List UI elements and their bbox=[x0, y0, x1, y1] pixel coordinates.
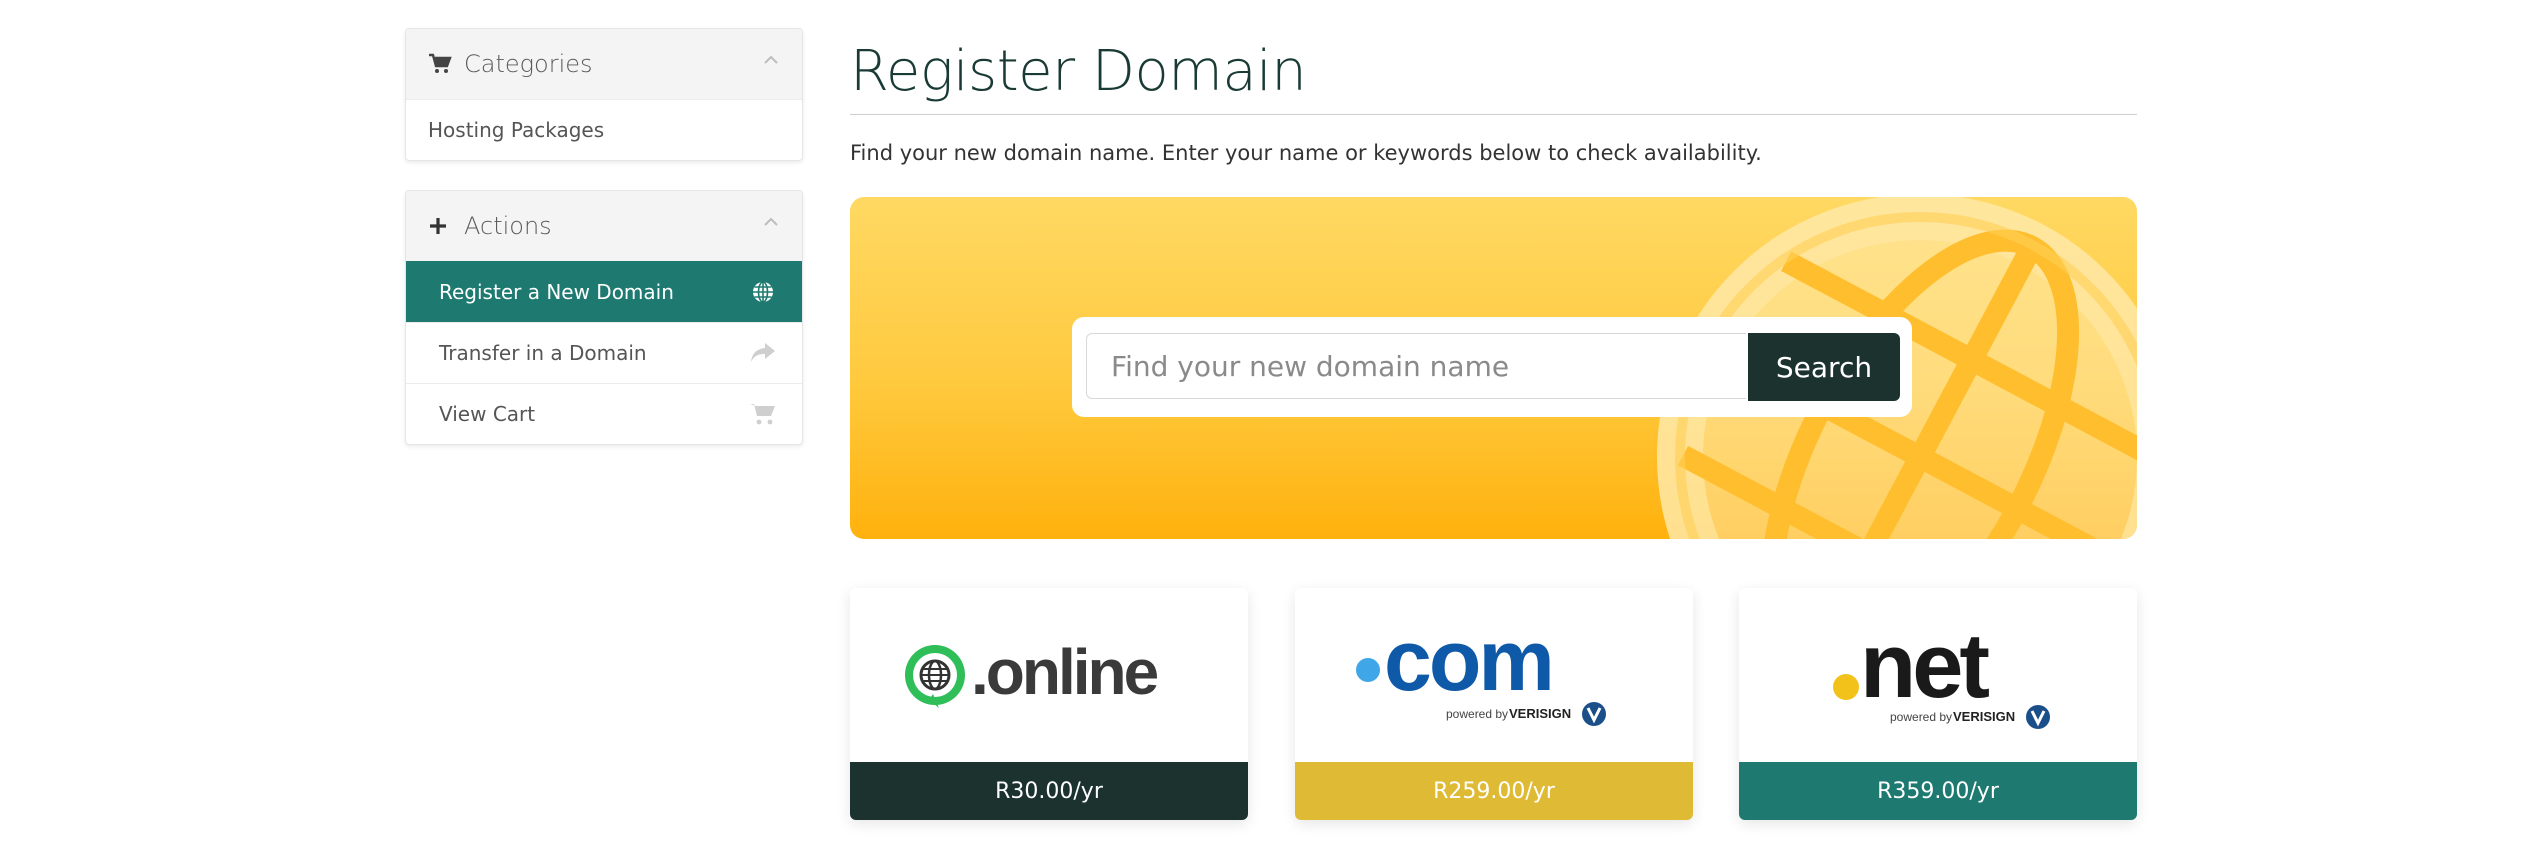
chevron-up-icon[interactable] bbox=[762, 51, 780, 69]
online-logo: .online bbox=[850, 588, 1248, 762]
search-container: Search bbox=[1072, 317, 1912, 417]
chevron-up-icon[interactable] bbox=[762, 213, 780, 231]
tld-card-online[interactable]: .online R30.00/yr bbox=[850, 588, 1248, 820]
net-logo: net powered by VERISIGN bbox=[1739, 588, 2137, 762]
com-tagline-brand: VERISIGN bbox=[1509, 706, 1571, 721]
tld-price: R30.00/yr bbox=[850, 762, 1248, 820]
domain-search-input[interactable] bbox=[1086, 333, 1746, 399]
sidebar-item-label: Register a New Domain bbox=[439, 280, 674, 304]
sidebar-item-hosting-packages[interactable]: Hosting Packages bbox=[406, 99, 802, 160]
tld-price: R259.00/yr bbox=[1295, 762, 1693, 820]
main-content: Register Domain Find your new domain nam… bbox=[850, 28, 2137, 820]
svg-text:net: net bbox=[1860, 615, 1989, 717]
actions-panel: Actions Register a New Domain Transfer i… bbox=[405, 190, 803, 445]
title-divider bbox=[850, 114, 2137, 115]
search-button[interactable]: Search bbox=[1748, 333, 1900, 401]
tld-cards: .online R30.00/yr com powered by VERISIG… bbox=[850, 588, 2137, 828]
page-title: Register Domain bbox=[850, 39, 1307, 104]
sidebar-item-label: Hosting Packages bbox=[428, 118, 605, 142]
com-logo: com powered by VERISIGN bbox=[1295, 588, 1693, 762]
cart-icon bbox=[428, 52, 452, 76]
sidebar-item-label: Transfer in a Domain bbox=[439, 341, 647, 365]
com-tagline-prefix: powered by bbox=[1446, 707, 1508, 721]
actions-header[interactable]: Actions bbox=[406, 191, 802, 261]
categories-title: Categories bbox=[464, 50, 593, 78]
sidebar-item-register-domain[interactable]: Register a New Domain bbox=[406, 261, 802, 322]
actions-title: Actions bbox=[464, 212, 552, 240]
online-logo-text: .online bbox=[971, 636, 1158, 708]
tld-card-net[interactable]: net powered by VERISIGN R359.00/yr bbox=[1739, 588, 2137, 820]
page-subtitle: Find your new domain name. Enter your na… bbox=[850, 141, 1762, 165]
domain-search-hero: Search bbox=[850, 197, 2137, 539]
tld-card-com[interactable]: com powered by VERISIGN R259.00/yr bbox=[1295, 588, 1693, 820]
svg-text:com: com bbox=[1384, 620, 1552, 709]
sidebar-item-label: View Cart bbox=[439, 402, 536, 426]
tld-price: R359.00/yr bbox=[1739, 762, 2137, 820]
categories-header[interactable]: Categories bbox=[406, 29, 802, 99]
globe-icon bbox=[749, 279, 777, 305]
cart-icon bbox=[749, 401, 777, 427]
sidebar-item-transfer-domain[interactable]: Transfer in a Domain bbox=[406, 322, 802, 383]
share-icon bbox=[749, 340, 777, 366]
sidebar: Categories Hosting Packages Actions Regi… bbox=[405, 28, 803, 474]
net-tagline-prefix: powered by bbox=[1890, 710, 1952, 724]
categories-panel: Categories Hosting Packages bbox=[405, 28, 803, 161]
plus-icon bbox=[428, 214, 452, 238]
sidebar-item-view-cart[interactable]: View Cart bbox=[406, 383, 802, 444]
net-tagline-brand: VERISIGN bbox=[1953, 709, 2015, 724]
